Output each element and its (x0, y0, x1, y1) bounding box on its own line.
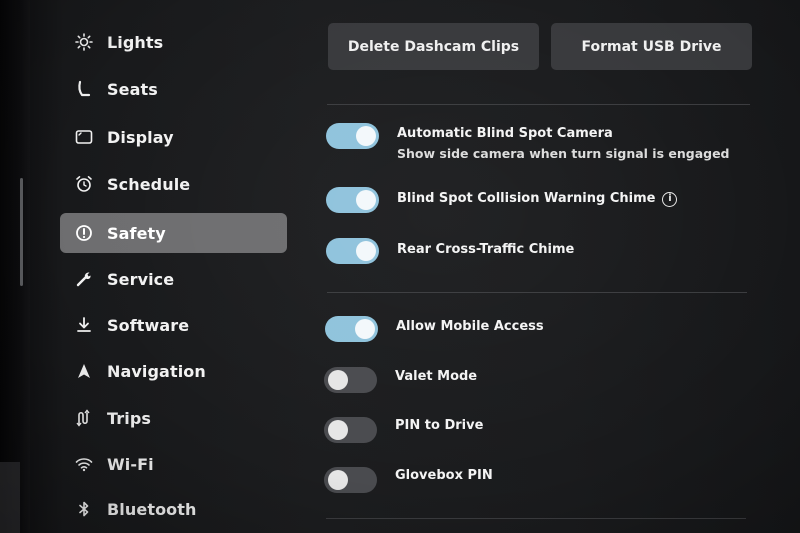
collision-chime-toggle[interactable] (326, 187, 379, 213)
sidebar-item-schedule[interactable]: Schedule (60, 164, 287, 204)
screen-glare (0, 462, 20, 533)
mobile-access-toggle[interactable] (325, 316, 378, 342)
setting-text: Allow Mobile Access (396, 318, 544, 336)
sidebar-item-lights[interactable]: Lights (60, 22, 287, 62)
sidebar-item-label: Software (107, 315, 190, 335)
setting-row-mobile-access: Allow Mobile Access (325, 316, 745, 342)
toggle-knob (328, 420, 348, 440)
wrench-icon (70, 270, 98, 288)
setting-text: Automatic Blind Spot Camera Show side ca… (397, 125, 730, 163)
sidebar-item-label: Bluetooth (107, 499, 197, 519)
section-divider (327, 292, 747, 293)
setting-text: Valet Mode (395, 368, 477, 386)
sidebar-item-label: Seats (107, 79, 158, 99)
setting-title-row: Blind Spot Collision Warning Chime i (397, 190, 678, 208)
wifi-icon (70, 455, 98, 473)
seat-icon (70, 80, 98, 98)
sidebar-item-label: Navigation (107, 361, 206, 381)
pin-to-drive-toggle[interactable] (324, 417, 377, 443)
setting-row-collision-chime: Blind Spot Collision Warning Chime i (326, 187, 746, 213)
setting-row-valet-mode: Valet Mode (324, 367, 744, 393)
toggle-knob (328, 470, 348, 490)
sidebar-item-label: Trips (107, 408, 152, 428)
toggle-knob (356, 126, 376, 146)
sidebar-item-seats[interactable]: Seats (60, 69, 287, 109)
setting-row-glovebox-pin: Glovebox PIN (324, 467, 744, 493)
sidebar-item-label: Lights (107, 32, 164, 52)
alert-circle-icon (70, 224, 98, 242)
delete-dashcam-clips-button[interactable]: Delete Dashcam Clips (328, 23, 539, 70)
setting-title: Allow Mobile Access (396, 319, 544, 334)
toggle-knob (356, 190, 376, 210)
screen-bezel (0, 0, 30, 533)
setting-text: Rear Cross-Traffic Chime (397, 241, 574, 259)
info-icon[interactable]: i (662, 191, 678, 207)
sidebar-item-trips[interactable]: Trips (60, 398, 287, 438)
sidebar-item-safety[interactable]: Safety (60, 213, 287, 253)
settings-screen: Lights Seats Display Schedule Safety Ser… (0, 0, 800, 533)
sidebar-item-software[interactable]: Software (60, 305, 287, 345)
sidebar-item-wifi[interactable]: Wi-Fi (60, 444, 287, 484)
glovebox-pin-toggle[interactable] (324, 467, 377, 493)
setting-title: Valet Mode (395, 369, 478, 384)
toggle-knob (328, 370, 348, 390)
toggle-knob (355, 319, 375, 339)
sun-icon (70, 33, 98, 51)
navigation-arrow-icon (70, 362, 98, 380)
setting-title: Rear Cross-Traffic Chime (397, 242, 575, 257)
sidebar-item-display[interactable]: Display (60, 117, 287, 157)
sidebar-item-label: Service (107, 269, 175, 289)
sidebar-scrollbar[interactable] (20, 178, 23, 286)
sidebar-item-bluetooth[interactable]: Bluetooth (60, 489, 287, 529)
setting-title: Blind Spot Collision Warning Chime (397, 191, 656, 206)
trips-icon (70, 409, 98, 427)
setting-text: PIN to Drive (395, 417, 483, 435)
sidebar-item-navigation[interactable]: Navigation (60, 351, 287, 391)
sidebar-item-service[interactable]: Service (60, 259, 287, 299)
setting-row-pin-to-drive: PIN to Drive (324, 417, 744, 443)
setting-text: Glovebox PIN (395, 467, 493, 485)
setting-description: Show side camera when turn signal is eng… (397, 146, 730, 161)
setting-text: Blind Spot Collision Warning Chime i (397, 190, 678, 208)
blind-spot-camera-toggle[interactable] (326, 123, 379, 149)
download-icon (70, 316, 98, 334)
setting-title: Glovebox PIN (395, 468, 493, 483)
display-icon (70, 128, 98, 146)
sidebar-item-label: Display (107, 127, 174, 147)
toggle-knob (356, 241, 376, 261)
setting-title: Automatic Blind Spot Camera (397, 126, 613, 141)
section-divider (327, 104, 750, 105)
rear-cross-traffic-toggle[interactable] (326, 238, 379, 264)
bluetooth-icon (70, 500, 98, 518)
setting-row-rear-cross-traffic: Rear Cross-Traffic Chime (326, 238, 746, 264)
format-usb-drive-button[interactable]: Format USB Drive (551, 23, 752, 70)
setting-title: PIN to Drive (395, 418, 484, 433)
section-divider (326, 518, 746, 519)
alarm-clock-icon (70, 175, 98, 193)
valet-mode-toggle[interactable] (324, 367, 377, 393)
sidebar-item-label: Schedule (107, 174, 191, 194)
setting-row-blind-spot-camera: Automatic Blind Spot Camera Show side ca… (326, 123, 746, 163)
sidebar-item-label: Wi-Fi (107, 454, 154, 474)
sidebar-item-label: Safety (107, 223, 166, 243)
